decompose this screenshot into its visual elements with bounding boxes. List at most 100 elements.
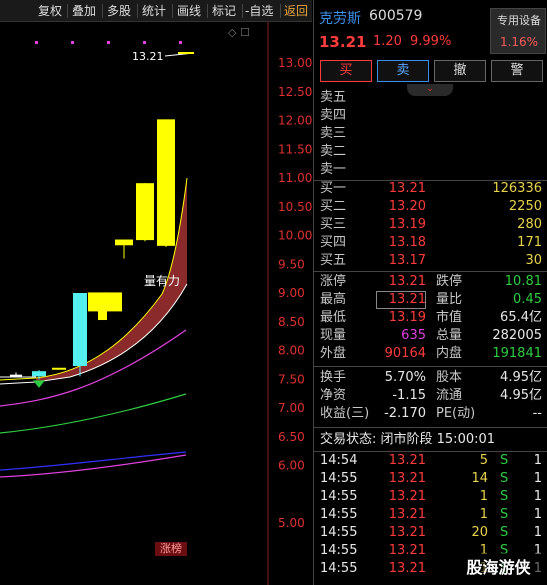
tick-row: 14:55 13.21 20 S 1 bbox=[314, 524, 547, 542]
bid-volume: 30 bbox=[525, 253, 542, 268]
mark-button[interactable]: 标记 bbox=[212, 3, 236, 20]
price-tick-label: 8.00 bbox=[278, 344, 305, 358]
bid-price: 13.19 bbox=[388, 217, 426, 232]
stats-row: 换手 5.70% 股本 4.95亿 bbox=[314, 369, 547, 387]
bid-row[interactable]: 买五 13.17 30 bbox=[314, 252, 547, 270]
toolbar-divider bbox=[242, 4, 243, 18]
kline-chart[interactable]: 13.00 12.50 12.00 11.50 11.00 10.50 10.00 9.50 9… bbox=[0, 22, 312, 585]
price-tick-label: 10.50 bbox=[278, 200, 312, 214]
bid-volume: 126336 bbox=[492, 181, 542, 196]
price-tick-label: 7.50 bbox=[278, 372, 305, 386]
candle-body bbox=[10, 374, 22, 377]
ma-line-blue bbox=[0, 451, 187, 471]
bid-row[interactable]: 买一 13.21 126336 bbox=[314, 180, 547, 198]
tick-price: 13.21 bbox=[388, 525, 426, 540]
stat-label: 外盘 bbox=[320, 346, 347, 361]
volume-strong-label: 量有力 bbox=[144, 274, 181, 288]
tick-row: 14:55 13.21 1 S 1 bbox=[314, 506, 547, 524]
bid-label: 买一 bbox=[320, 181, 347, 196]
candle-body bbox=[157, 119, 175, 246]
toolbar-divider bbox=[67, 4, 68, 18]
stat-value: -- bbox=[532, 406, 542, 421]
tick-count: 1 bbox=[533, 525, 542, 540]
stat-value: 5.70% bbox=[384, 370, 426, 385]
signal-dot bbox=[179, 41, 182, 44]
tick-row: 14:54 13.21 5 S 1 bbox=[314, 452, 547, 470]
price-change-pct: 9.99% bbox=[410, 34, 452, 49]
candle-body bbox=[73, 293, 87, 367]
tick-volume: 1 bbox=[479, 489, 488, 504]
quote-panel: 克劳斯 600579 专用设备 1.16% 13.21 1.20 9.99% 买… bbox=[313, 0, 547, 585]
stats-row: 最低 13.19 市值 65.4亿 bbox=[314, 309, 547, 327]
sell-button[interactable]: 卖 bbox=[377, 60, 429, 82]
bid-row[interactable]: 买二 13.20 2250 bbox=[314, 198, 547, 216]
ma-line-green bbox=[0, 393, 187, 434]
bid-row[interactable]: 买四 13.18 171 bbox=[314, 234, 547, 252]
stat-value: 635 bbox=[401, 328, 426, 343]
candle-body bbox=[136, 183, 154, 241]
last-price: 13.21 bbox=[319, 33, 367, 51]
tick-price: 13.21 bbox=[388, 507, 426, 522]
bid-label: 买二 bbox=[320, 199, 347, 214]
draw-line-button[interactable]: 画线 bbox=[177, 3, 201, 20]
watermark: 股海游侠 bbox=[450, 553, 547, 585]
tick-volume: 14 bbox=[471, 471, 488, 486]
stat-label: 股本 bbox=[436, 370, 463, 385]
tick-time: 14:55 bbox=[320, 543, 358, 558]
return-button[interactable]: 返回 bbox=[284, 3, 308, 20]
statistics-button[interactable]: 统计 bbox=[142, 3, 166, 20]
tick-volume: 20 bbox=[471, 525, 488, 540]
price-change: 1.20 bbox=[373, 34, 402, 49]
overlay-button[interactable]: 叠加 bbox=[72, 3, 96, 20]
price-tick-label: 13.00 bbox=[278, 56, 312, 70]
price-tick-label: 12.00 bbox=[278, 114, 312, 128]
price-tick-label: 9.00 bbox=[278, 286, 305, 300]
sector-change: 1.16% bbox=[499, 35, 539, 49]
tick-count: 1 bbox=[533, 453, 542, 468]
ask-row: 卖三 bbox=[314, 125, 547, 143]
stat-label: 涨停 bbox=[320, 274, 347, 289]
tick-time: 14:55 bbox=[320, 507, 358, 522]
ask-label: 卖二 bbox=[320, 144, 347, 159]
toolbar-divider bbox=[280, 4, 281, 18]
stock-name[interactable]: 克劳斯 bbox=[319, 8, 361, 28]
stat-label: 净资 bbox=[320, 388, 347, 403]
bid-row[interactable]: 买三 13.19 280 bbox=[314, 216, 547, 234]
buy-button[interactable]: 买 bbox=[320, 60, 372, 82]
ask-row: 卖四 bbox=[314, 107, 547, 125]
tick-count: 1 bbox=[533, 489, 542, 504]
price-tick-label: 6.50 bbox=[278, 430, 305, 444]
chart-corner-icons[interactable]: ◇ ☐ bbox=[228, 26, 250, 39]
sector-button[interactable]: 专用设备 1.16% bbox=[490, 8, 546, 54]
remove-watchlist-button[interactable]: -自选 bbox=[245, 3, 273, 20]
stat-value: 282005 bbox=[492, 328, 542, 343]
candle-body bbox=[32, 371, 46, 377]
signal-dot bbox=[35, 41, 38, 44]
tick-side: S bbox=[500, 453, 509, 468]
limit-up-badge[interactable]: 涨榜 bbox=[155, 542, 187, 556]
bid-price: 13.18 bbox=[388, 235, 426, 250]
tick-row: 14:55 13.21 1 S 1 bbox=[314, 488, 547, 506]
tick-side: S bbox=[500, 525, 509, 540]
stat-label: 市值 bbox=[436, 310, 463, 325]
stat-label: 总量 bbox=[436, 328, 463, 343]
cancel-order-button[interactable]: 撤 bbox=[434, 60, 486, 82]
tick-price: 13.21 bbox=[388, 489, 426, 504]
tick-volume: 5 bbox=[479, 453, 488, 468]
signal-dots bbox=[35, 41, 182, 44]
alert-button[interactable]: 警 bbox=[491, 60, 543, 82]
tick-time: 14:55 bbox=[320, 561, 358, 576]
divider bbox=[314, 366, 547, 367]
price-tick-label: 11.50 bbox=[278, 142, 312, 156]
price-tick-label: 8.50 bbox=[278, 315, 305, 329]
bid-volume: 2250 bbox=[508, 199, 542, 214]
multi-stock-button[interactable]: 多股 bbox=[107, 3, 131, 20]
stat-label: 量比 bbox=[436, 292, 463, 307]
bid-price: 13.21 bbox=[388, 181, 426, 196]
restore-rights-button[interactable]: 复权 bbox=[38, 3, 62, 20]
ma-line-magenta2 bbox=[0, 454, 187, 478]
stat-label: 最高 bbox=[320, 292, 347, 307]
ask-row: 卖一 bbox=[314, 161, 547, 179]
stat-value: 90164 bbox=[384, 346, 426, 361]
tick-price: 13.21 bbox=[388, 543, 426, 558]
